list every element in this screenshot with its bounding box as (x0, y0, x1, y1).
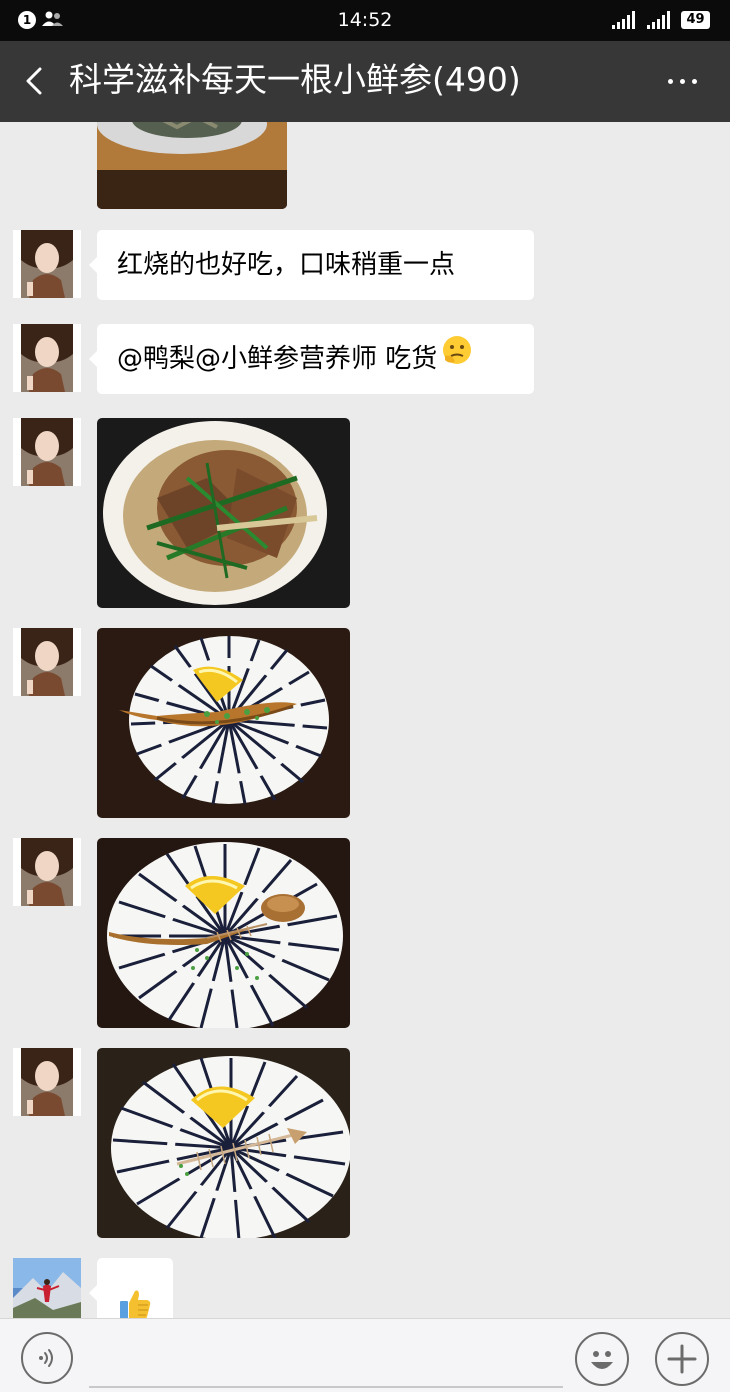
message-list[interactable]: 红烧的也好吃，口味稍重一点 @鸭梨@小鲜参营养师 吃货 (0, 122, 730, 1318)
message-bubble[interactable]: @鸭梨@小鲜参营养师 吃货 (89, 323, 534, 394)
battery-indicator: 49 (681, 11, 710, 29)
avatar[interactable] (13, 628, 81, 696)
more-dots-icon (668, 79, 673, 84)
message-text: @鸭梨@小鲜参营养师 吃货 (117, 344, 438, 374)
voice-button[interactable] (21, 1332, 73, 1384)
avatar[interactable] (13, 324, 81, 392)
signal-4g-icon (647, 9, 673, 33)
avatar[interactable] (13, 1048, 81, 1116)
chat-title: 科学滋补每天一根小鲜参(490) (69, 60, 521, 99)
signal-icon (612, 11, 638, 33)
message-bubble[interactable] (89, 1258, 173, 1318)
message-photo[interactable] (97, 628, 350, 818)
avatar[interactable] (13, 230, 81, 298)
message-photo[interactable] (97, 838, 350, 1028)
plus-icon (667, 1344, 697, 1374)
emoji-button[interactable] (575, 1332, 629, 1386)
avatar[interactable] (13, 838, 81, 906)
thinking-face-emoji (441, 323, 473, 393)
input-bar (0, 1318, 730, 1392)
message-bubble[interactable]: 红烧的也好吃，口味稍重一点 (89, 230, 534, 300)
chat-header: 科学滋补每天一根小鲜参(490) (0, 41, 730, 122)
message-photo[interactable] (97, 1048, 350, 1238)
avatar[interactable] (13, 1258, 81, 1318)
message-text: 红烧的也好吃，口味稍重一点 (117, 250, 456, 280)
message-input[interactable] (89, 1329, 563, 1388)
message-photo[interactable] (97, 418, 350, 608)
thumbs-up-emoji (118, 1278, 152, 1318)
more-button[interactable] (656, 59, 710, 103)
voice-icon (39, 1349, 53, 1367)
smiley-icon (591, 1351, 613, 1369)
back-button[interactable] (10, 57, 58, 105)
message-photo[interactable] (97, 122, 287, 209)
status-bar: 1 14:52 49 (0, 0, 730, 41)
avatar[interactable] (13, 418, 81, 486)
plus-button[interactable] (655, 1332, 709, 1386)
chevron-left-icon (26, 67, 42, 95)
